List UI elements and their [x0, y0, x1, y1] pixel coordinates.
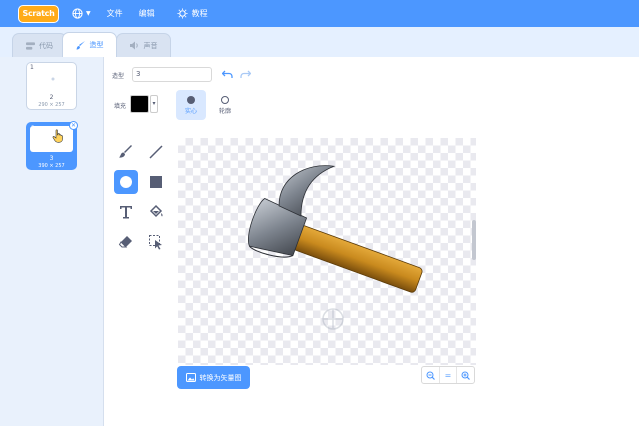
reshape-tool[interactable] — [144, 230, 168, 254]
tab-code-label: 代码 — [39, 41, 53, 50]
redo-icon[interactable] — [240, 70, 251, 79]
costume-name-input[interactable]: 3 — [132, 67, 212, 82]
scratch-logo[interactable]: Scratch — [18, 4, 59, 23]
speaker-icon — [129, 41, 138, 50]
fill-label: 填充 — [114, 103, 127, 110]
menu-bar: Scratch ▼ 文件 编辑 教程 — [0, 0, 639, 27]
costume-center-icon — [322, 308, 344, 330]
zoom-out-icon — [426, 371, 435, 380]
editor-tabs: 代码 造型 声音 — [0, 27, 639, 57]
costume-list: 1 2 290 × 257 2 ✕ 3 390 × 257 — [0, 57, 104, 426]
tab-costumes[interactable]: 造型 — [62, 32, 117, 57]
convert-to-vector-button[interactable]: 转换为矢量图 — [177, 366, 250, 389]
brush-icon — [119, 145, 132, 158]
costume-item-selected[interactable]: 2 ✕ 3 390 × 257 — [26, 121, 78, 170]
mode-outline-button[interactable]: 轮廓 — [210, 90, 240, 120]
tab-costumes-label: 造型 — [89, 41, 104, 49]
tab-sounds[interactable]: 声音 — [116, 33, 171, 57]
rectangle-tool[interactable] — [144, 170, 168, 194]
image-icon — [185, 373, 196, 382]
chevron-down-icon: ▼ — [86, 10, 91, 17]
zoom-in-button[interactable] — [457, 367, 474, 383]
zoom-in-icon — [461, 371, 471, 380]
zoom-reset-button[interactable]: = — [440, 367, 458, 383]
line-tool[interactable] — [144, 140, 168, 164]
fill-dropdown-button[interactable]: ▾ — [150, 95, 158, 113]
zoom-out-button[interactable] — [422, 367, 440, 383]
paint-editor: 造型 3 填充 ▾ 实心 轮廓 转换为矢量图 = — [104, 57, 639, 426]
text-tool[interactable] — [114, 200, 138, 224]
brush-tool[interactable] — [114, 140, 138, 164]
hammer-drawing — [248, 165, 423, 330]
lightbulb-icon — [177, 8, 188, 19]
costume-item[interactable]: 1 2 290 × 257 — [26, 62, 77, 110]
reshape-cursor-icon — [149, 235, 162, 250]
eraser-icon — [118, 236, 132, 248]
text-icon — [120, 206, 132, 219]
mode-filled-button[interactable]: 实心 — [176, 90, 206, 120]
costume-size: 290 × 257 — [38, 102, 65, 108]
zoom-controls: = — [421, 366, 475, 384]
line-icon — [149, 145, 163, 159]
tab-code[interactable]: 代码 — [12, 33, 67, 57]
tutorials-label: 教程 — [191, 9, 208, 18]
language-menu[interactable]: ▼ — [72, 8, 91, 19]
code-blocks-icon — [26, 41, 35, 50]
canvas-scrollbar[interactable] — [472, 220, 476, 260]
globe-icon — [72, 8, 83, 19]
outline-circle-icon — [221, 95, 229, 104]
circle-tool[interactable] — [114, 170, 138, 194]
tutorials-menu[interactable]: 教程 — [177, 8, 208, 19]
mode-filled-label: 实心 — [184, 107, 197, 115]
eraser-tool[interactable] — [114, 230, 138, 254]
convert-label: 转换为矢量图 — [199, 373, 242, 382]
file-menu[interactable]: 文件 — [107, 8, 123, 19]
paint-bucket-icon — [149, 204, 163, 218]
costume-size: 390 × 257 — [38, 163, 65, 169]
drawing-canvas[interactable] — [178, 138, 476, 365]
fill-tool[interactable] — [144, 200, 168, 224]
costume-name-label: 造型 — [112, 73, 125, 80]
costume-number: 1 — [30, 64, 34, 71]
mode-outline-label: 轮廓 — [218, 107, 231, 115]
hand-cursor-icon — [52, 129, 63, 143]
fill-color-swatch[interactable] — [130, 95, 149, 113]
edit-menu[interactable]: 编辑 — [139, 8, 155, 19]
tab-sounds-label: 声音 — [143, 41, 158, 50]
costume-name: 3 — [49, 155, 54, 162]
costume-name: 2 — [49, 94, 54, 101]
brush-icon — [76, 41, 85, 50]
rectangle-icon — [150, 176, 162, 188]
circle-icon — [120, 176, 132, 188]
costume-number: 2 — [31, 125, 35, 132]
undo-icon[interactable] — [222, 70, 233, 79]
delete-costume-icon[interactable]: ✕ — [69, 121, 78, 130]
filled-circle-icon — [187, 95, 195, 104]
costume-preview-icon — [51, 77, 55, 81]
